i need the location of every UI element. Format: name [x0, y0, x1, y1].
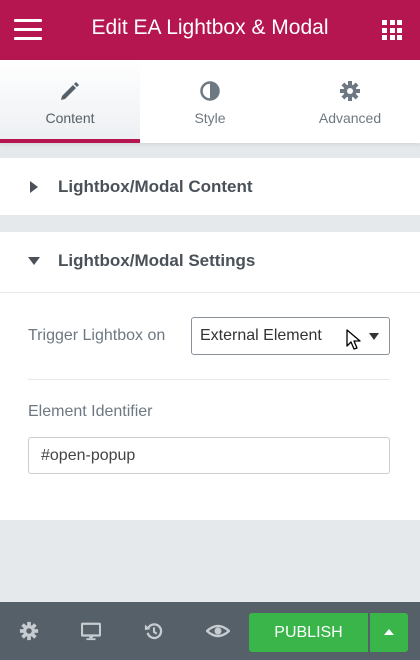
editor-footer: PUBLISH	[0, 602, 420, 660]
pencil-icon	[61, 82, 79, 100]
tab-style-label: Style	[194, 110, 226, 126]
control-separator	[28, 379, 390, 380]
trigger-control: Trigger Lightbox on External Element	[28, 317, 390, 355]
settings-gear-icon[interactable]	[19, 621, 39, 641]
tab-content[interactable]: Content	[0, 60, 140, 143]
grid-icon[interactable]	[382, 20, 402, 40]
section-title: Lightbox/Modal Content	[58, 176, 253, 196]
identifier-label: Element Identifier	[28, 403, 153, 420]
eye-icon[interactable]	[206, 621, 230, 641]
dropdown-arrow-icon	[369, 333, 379, 340]
publish-options-button[interactable]	[370, 613, 408, 652]
mouse-pointer-icon	[346, 329, 361, 350]
caret-down-icon	[28, 256, 40, 265]
caret-right-icon	[30, 180, 38, 193]
section-settings-header[interactable]: Lightbox/Modal Settings	[0, 232, 420, 289]
tab-advanced[interactable]: Advanced	[280, 60, 420, 143]
trigger-select-value: External Element	[200, 327, 322, 344]
identifier-input[interactable]	[28, 437, 390, 474]
publish-button[interactable]: PUBLISH	[249, 613, 368, 652]
panel-tabs: Content Style Advanced	[0, 60, 420, 143]
section-divider	[0, 292, 420, 293]
tab-style[interactable]: Style	[140, 60, 280, 143]
tab-content-label: Content	[45, 110, 95, 126]
section-settings: Lightbox/Modal Settings Trigger Lightbox…	[0, 232, 420, 520]
history-icon[interactable]	[144, 621, 164, 641]
half-circle-icon	[200, 81, 220, 101]
tab-advanced-label: Advanced	[318, 110, 382, 126]
editor-header: Edit EA Lightbox & Modal	[0, 0, 420, 60]
panel-title: Edit EA Lightbox & Modal	[91, 16, 329, 39]
section-content-header[interactable]: Lightbox/Modal Content	[0, 158, 420, 215]
section-content: Lightbox/Modal Content	[0, 158, 420, 215]
trigger-label: Trigger Lightbox on	[28, 327, 166, 344]
desktop-icon[interactable]	[81, 621, 101, 641]
section-title: Lightbox/Modal Settings	[58, 250, 256, 270]
gear-icon	[340, 81, 360, 101]
